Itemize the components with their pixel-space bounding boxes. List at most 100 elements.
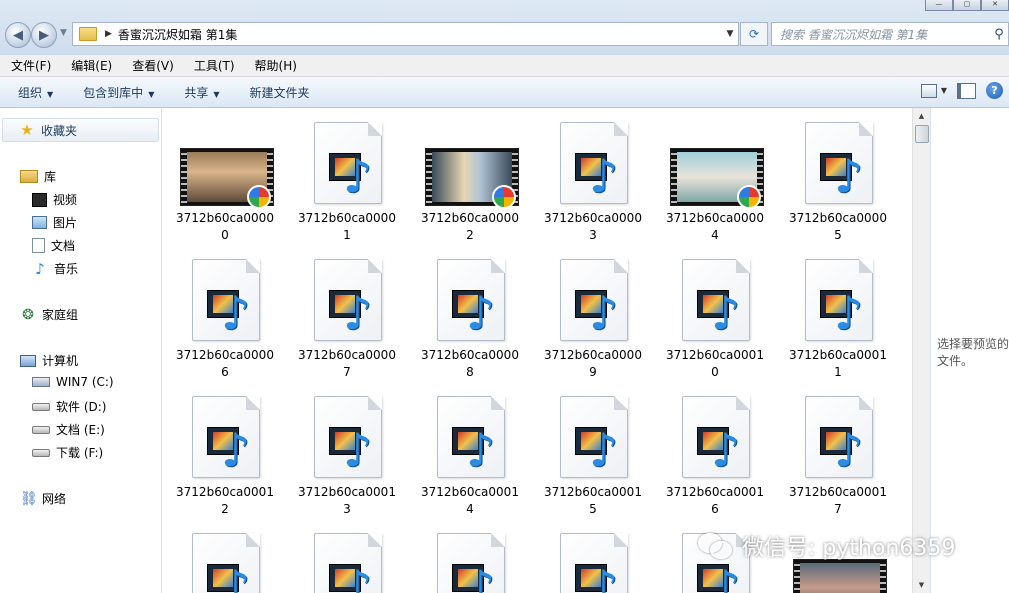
file-item[interactable]: ♪ 3712b60ca0001 0 xyxy=(660,253,770,381)
file-item[interactable]: ♪ 3712b60ca0000 7 xyxy=(292,253,402,381)
organize-button[interactable]: 组织 ▼ xyxy=(0,84,65,101)
scroll-down-icon[interactable]: ▼ xyxy=(913,577,930,593)
file-name-line1: 3712b60ca0001 xyxy=(789,485,887,499)
media-file-icon: ♪ xyxy=(805,259,873,341)
page-fold-icon xyxy=(491,259,505,273)
file-item[interactable]: ♪ 3712b60ca0001 1 xyxy=(783,253,893,381)
nav-favorites[interactable]: ★ 收藏夹 xyxy=(2,118,159,142)
file-item[interactable]: ♪ 3712b60ca0000 5 xyxy=(783,116,893,244)
scroll-up-icon[interactable]: ▲ xyxy=(913,108,930,124)
menu-file[interactable]: 文件(F) xyxy=(0,57,60,74)
file-item[interactable]: ♪ 3712b60ca0001 6 xyxy=(660,390,770,518)
video-library-icon xyxy=(32,192,47,207)
new-folder-button[interactable]: 新建文件夹 xyxy=(232,84,322,101)
recent-pages-dropdown[interactable]: ▼ xyxy=(60,28,67,38)
library-icon xyxy=(20,170,38,183)
file-item[interactable]: ♪ 3712b60ca0001 3 xyxy=(292,390,402,518)
file-item[interactable]: ♪ 3712b60ca0001 2 xyxy=(170,390,280,518)
file-name-line1: 3712b60ca0000 xyxy=(176,211,274,225)
navigation-pane: ★ 收藏夹 库 视频 图片 文档 ♪ 音乐 ❂ 家庭组 计算机 WIN7 (C:) … xyxy=(0,108,162,593)
share-button[interactable]: 共享 ▼ xyxy=(166,84,231,101)
video-thumbnail xyxy=(180,148,274,209)
menu-help[interactable]: 帮助(H) xyxy=(244,57,306,74)
change-view-icon[interactable] xyxy=(920,83,937,98)
file-name-line1: 3712b60ca0001 xyxy=(789,348,887,362)
minimize-button[interactable]: — xyxy=(925,0,953,11)
nav-drive-f[interactable]: 下载 (F:) xyxy=(32,444,103,461)
file-item[interactable]: 3712b60ca0000 4 xyxy=(660,116,770,244)
file-item[interactable]: ♪ 3712b60ca0000 3 xyxy=(538,116,648,244)
nav-computer[interactable]: 计算机 xyxy=(20,352,78,369)
file-item[interactable]: ♪ 3712b60ca0000 6 xyxy=(170,253,280,381)
file-name-line2: 1 xyxy=(834,365,842,379)
file-thumbnail: ♪ xyxy=(170,527,280,593)
file-item[interactable]: ♪ 3712b60ca0001 7 xyxy=(783,390,893,518)
file-item[interactable]: ♪ 3712b60ca0001 5 xyxy=(538,390,648,518)
file-item[interactable]: ♪ xyxy=(170,527,280,593)
media-file-icon: ♪ xyxy=(314,259,382,341)
menu-view[interactable]: 查看(V) xyxy=(121,57,183,74)
file-item[interactable]: 3712b60ca0000 0 xyxy=(170,116,280,244)
nav-drive-e-label: 文档 (E:) xyxy=(56,423,105,437)
music-note-icon: ♪ xyxy=(35,259,45,278)
file-item[interactable]: ♪ xyxy=(415,527,525,593)
file-item[interactable]: ♪ 3712b60ca0000 9 xyxy=(538,253,648,381)
nav-documents[interactable]: 文档 xyxy=(32,237,75,254)
back-button[interactable]: ◀ xyxy=(5,22,31,48)
file-item[interactable]: ♪ xyxy=(292,527,402,593)
help-icon[interactable]: ? xyxy=(986,82,1003,99)
file-item[interactable]: ♪ 3712b60ca0000 8 xyxy=(415,253,525,381)
address-dropdown-icon[interactable]: ▼ xyxy=(722,29,738,39)
file-name-line1: 3712b60ca0000 xyxy=(298,348,396,362)
address-field[interactable]: ▶ 香蜜沉沉烬如霜 第1集 ▼ xyxy=(72,22,739,46)
homegroup-icon: ❂ xyxy=(22,306,34,323)
nav-pictures[interactable]: 图片 xyxy=(32,214,77,231)
media-file-icon: ♪ xyxy=(805,396,873,478)
video-frame xyxy=(800,563,880,593)
file-thumbnail: ♪ xyxy=(292,253,402,345)
nav-drive-e[interactable]: 文档 (E:) xyxy=(32,421,105,438)
forward-button[interactable]: ▶ xyxy=(31,22,57,48)
window-controls: — ▢ ✕ xyxy=(925,0,1009,11)
command-bar-right: ▼ ? xyxy=(920,82,1003,99)
media-file-icon: ♪ xyxy=(437,259,505,341)
file-item[interactable]: ♪ 3712b60ca0001 4 xyxy=(415,390,525,518)
breadcrumb-separator-icon[interactable]: ▶ xyxy=(105,29,112,39)
nav-videos[interactable]: 视频 xyxy=(32,191,77,208)
nav-computer-label: 计算机 xyxy=(42,354,79,368)
page-fold-icon xyxy=(614,122,628,136)
file-thumbnail: ♪ xyxy=(292,390,402,482)
file-item[interactable]: ♪ xyxy=(538,527,648,593)
music-note-icon: ♪ xyxy=(589,149,619,203)
file-thumbnail: ♪ xyxy=(170,253,280,345)
file-name-line2: 3 xyxy=(589,228,597,242)
chevron-down-icon[interactable]: ▼ xyxy=(941,86,947,95)
file-item[interactable]: 3712b60ca0000 2 xyxy=(415,116,525,244)
media-file-icon: ♪ xyxy=(192,533,260,593)
maximize-button[interactable]: ▢ xyxy=(953,0,981,11)
music-note-icon: ♪ xyxy=(343,286,373,340)
music-note-icon: ♪ xyxy=(221,560,251,593)
search-icon[interactable]: ⚲ xyxy=(990,27,1008,42)
nav-homegroup[interactable]: ❂ 家庭组 xyxy=(20,306,78,323)
nav-music[interactable]: ♪ 音乐 xyxy=(32,260,78,277)
refresh-button[interactable]: ⟳ xyxy=(740,22,768,46)
page-fold-icon xyxy=(246,259,260,273)
scroll-thumb[interactable] xyxy=(915,125,929,143)
file-name-line2: 1 xyxy=(343,228,351,242)
breadcrumb-current-folder[interactable]: 香蜜沉沉烬如霜 第1集 xyxy=(118,26,722,43)
media-file-icon: ♪ xyxy=(560,122,628,204)
file-item[interactable]: ♪ 3712b60ca0000 1 xyxy=(292,116,402,244)
nav-drive-c[interactable]: WIN7 (C:) xyxy=(32,375,114,389)
search-input[interactable]: 搜索 香蜜沉沉烬如霜 第1集 ⚲ xyxy=(771,22,1009,46)
include-in-library-button[interactable]: 包含到库中 ▼ xyxy=(65,84,166,101)
menu-edit[interactable]: 编辑(E) xyxy=(60,57,121,74)
preview-pane-toggle-icon[interactable] xyxy=(957,82,976,99)
close-button[interactable]: ✕ xyxy=(981,0,1009,11)
menu-tools[interactable]: 工具(T) xyxy=(183,57,244,74)
file-thumbnail: ♪ xyxy=(292,116,402,208)
vertical-scrollbar[interactable]: ▲ ▼ xyxy=(912,108,930,593)
nav-libraries[interactable]: 库 xyxy=(20,168,56,185)
nav-network[interactable]: ⛓ 网络 xyxy=(20,490,66,507)
nav-drive-d[interactable]: 软件 (D:) xyxy=(32,398,106,415)
